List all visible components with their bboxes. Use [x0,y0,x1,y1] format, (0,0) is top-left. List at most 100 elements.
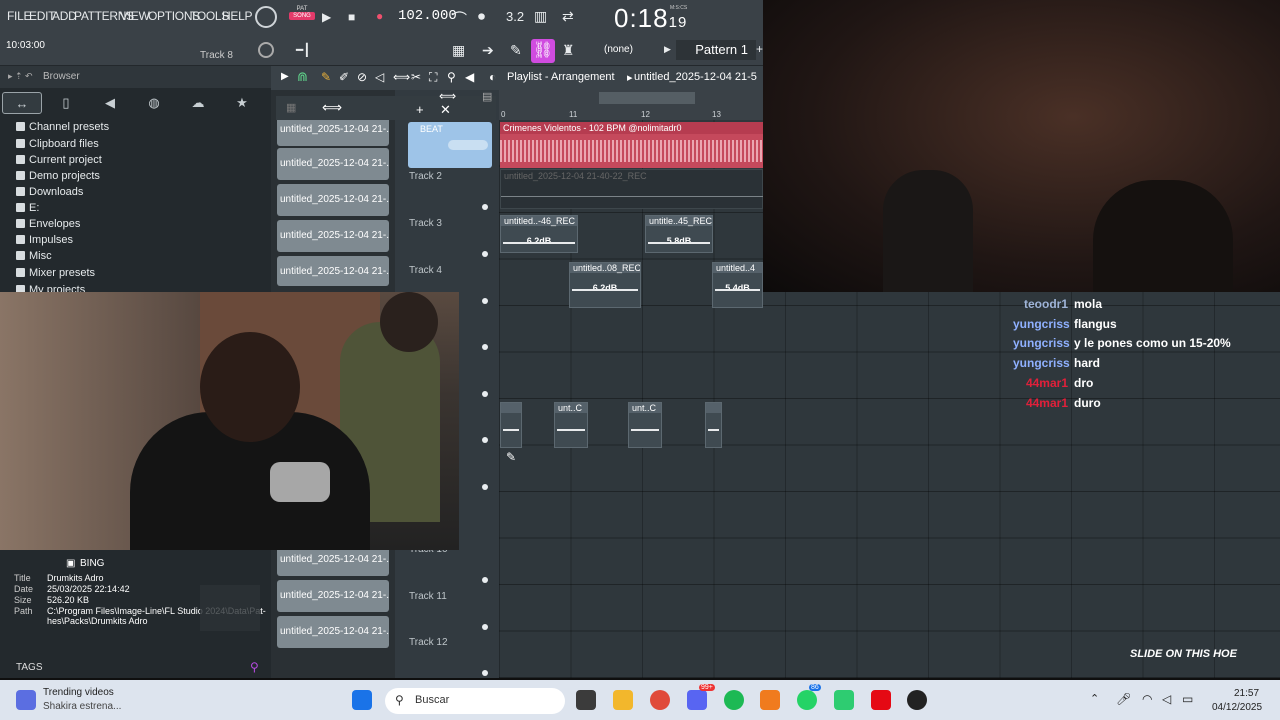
mixer-icon[interactable]: ♜ [562,42,575,59]
browser-item-downloads[interactable]: Downloads [16,184,83,200]
menu-view[interactable]: VIEW [120,9,150,23]
browser-item-demo-projects[interactable]: Demo projects [16,168,100,184]
whatsapp-icon[interactable]: 86 [797,684,821,710]
track-controls[interactable] [448,140,488,150]
plugin-db-tab-icon[interactable]: ◍ [134,92,174,114]
audio-clip[interactable]: untitled..-46_REC 6.2dB [500,215,578,253]
sound-tab-icon[interactable]: ◀ [90,92,130,114]
menu-add[interactable]: ADD [52,9,77,23]
track-12-header[interactable]: Track 12 [408,634,494,680]
zoom-horizontal-icon[interactable]: ⟺ [439,89,456,103]
track-dot[interactable] [482,298,488,304]
track-2-header[interactable]: Track 2 [408,168,494,214]
step-edit-icon[interactable]: ▥ [534,8,547,25]
magnet-icon[interactable]: ⋒ [297,69,308,85]
battery-icon[interactable]: ▭ [1182,692,1193,706]
browser-item-current-project[interactable]: Current project [16,152,102,168]
scroll-thumb[interactable] [599,92,695,104]
pat-song-toggle[interactable]: PAT SONG [289,6,315,30]
link-icon[interactable]: ⛓ [531,39,555,63]
cloud-tab-icon[interactable]: ☁ [178,92,218,114]
mute-tool-icon[interactable]: ◁ [375,70,384,84]
fl-studio-icon[interactable] [760,690,780,710]
chevron-right-icon[interactable]: ▶ [664,44,671,55]
master-pitch-slider[interactable]: ━┃ [296,43,310,57]
countdown-icon[interactable]: 3.2 [506,9,524,24]
discord-icon[interactable]: 99+ [687,684,715,710]
pattern-item[interactable]: untitled_2025-12-04 21-.. [277,256,389,286]
chrome-icon[interactable] [650,690,670,710]
play-button[interactable]: ▶ [322,10,331,24]
playlist-menu-arrow-icon[interactable]: ▶ [281,71,289,82]
audio-clip[interactable]: unt..C [554,402,588,448]
volume-icon[interactable]: ◁ [1162,692,1171,706]
beat-audio-clip[interactable]: Crimenes Violentos - 102 BPM @nolimitadr… [500,122,763,168]
audio-clip[interactable]: untitled..4 5.4dB [712,262,763,308]
record-button[interactable]: ● [376,9,383,23]
pattern-selector[interactable]: Pattern 1 [676,40,756,60]
browser-item-e-drive[interactable]: E: [16,200,39,216]
pencil-tool-icon[interactable]: ✎ [321,70,331,84]
piano-roll-icon[interactable]: ▦ [452,42,465,59]
file-explorer-icon[interactable] [613,690,633,710]
browser-item-misc[interactable]: Misc [16,248,52,264]
pattern-item[interactable]: untitled_2025-12-04 21-.. [277,220,389,252]
pattern-item[interactable]: untitled_2025-12-04 21-.. [277,580,389,612]
loop-record-icon[interactable]: ⇄ [562,8,574,25]
menu-help[interactable]: HELP [222,9,252,23]
paint-tool-icon[interactable]: ✐ [339,70,349,84]
audio-clip[interactable] [500,402,522,448]
track-11-header[interactable]: Track 11 [408,588,494,634]
wait-input-icon[interactable]: ⏺ [478,8,485,25]
pitch-knob[interactable] [258,42,274,58]
pattern-item[interactable]: untitled_2025-12-04 21-.. [277,148,389,180]
files-tab-icon[interactable]: ▯ [46,92,86,114]
track-dot[interactable] [482,204,488,210]
pattern-item[interactable]: untitled_2025-12-04 21-.. [277,184,389,216]
favorites-tab-icon[interactable]: ★ [222,92,262,114]
track-dot[interactable] [482,484,488,490]
snap-selector[interactable]: (none) [604,44,633,55]
wifi-icon[interactable]: ◠ [1142,692,1152,706]
track-1-header[interactable]: BEAT [408,122,492,168]
microphone-icon[interactable]: 🎤︎ [1116,692,1131,706]
xbox-icon[interactable] [834,690,854,710]
track-dot[interactable] [482,437,488,443]
close-icon[interactable]: ✕ [440,102,451,118]
browser-nav-icons[interactable]: ▸ ⇡ ↶ [8,71,33,82]
netflix-icon[interactable] [871,690,891,710]
browser-item-mixer-presets[interactable]: Mixer presets [16,265,95,281]
track-dot[interactable] [482,670,488,676]
track-dot[interactable] [482,251,488,257]
chevron-up-icon[interactable]: ⌃ [1090,692,1099,705]
widget-subtitle[interactable]: Shakira estrena... [43,701,121,712]
browser-item-envelopes[interactable]: Envelopes [16,216,80,232]
task-view-icon[interactable] [576,690,596,710]
slice-tool-icon[interactable]: ✂ [411,70,421,84]
spotify-icon[interactable] [724,690,744,710]
all-tab-icon[interactable]: ↔ [2,92,42,114]
audio-clip[interactable] [705,402,722,448]
clock-time[interactable]: 21:57 [1234,688,1259,699]
audio-clip[interactable]: unt..C [628,402,662,448]
browser-item-clipboard-files[interactable]: Clipboard files [16,136,99,152]
widget-title[interactable]: Trending videos [43,687,114,698]
search-box[interactable]: ⚲ Buscar [385,688,565,714]
tag-search-icon[interactable]: ⚲ [250,660,259,674]
master-volume-knob[interactable] [255,6,277,28]
grid-icon[interactable]: ▤ [482,90,492,103]
timeline-ruler[interactable]: 0 11 12 13 [499,90,763,120]
widgets-icon[interactable] [16,690,36,710]
select-tool-icon[interactable]: ⛶ [429,70,437,85]
browser-item-impulses[interactable]: Impulses [16,232,73,248]
track-dot[interactable] [482,577,488,583]
delete-tool-icon[interactable]: ⊘ [357,70,367,84]
arrow-icon[interactable]: ➔ [482,42,494,59]
pattern-item[interactable]: untitled_2025-12-04 21-.. [277,616,389,648]
rec-clip[interactable]: untitled_2025-12-04 21-40-22_REC [500,169,764,209]
audio-clip[interactable]: untitle..45_REC 5.8dB [645,215,713,253]
metronome-icon[interactable]: ⌒ [452,8,467,29]
track-dot[interactable] [482,624,488,630]
zoom-fit-icon[interactable]: ⟺ [322,99,342,116]
add-pattern-button[interactable]: + [756,42,763,56]
